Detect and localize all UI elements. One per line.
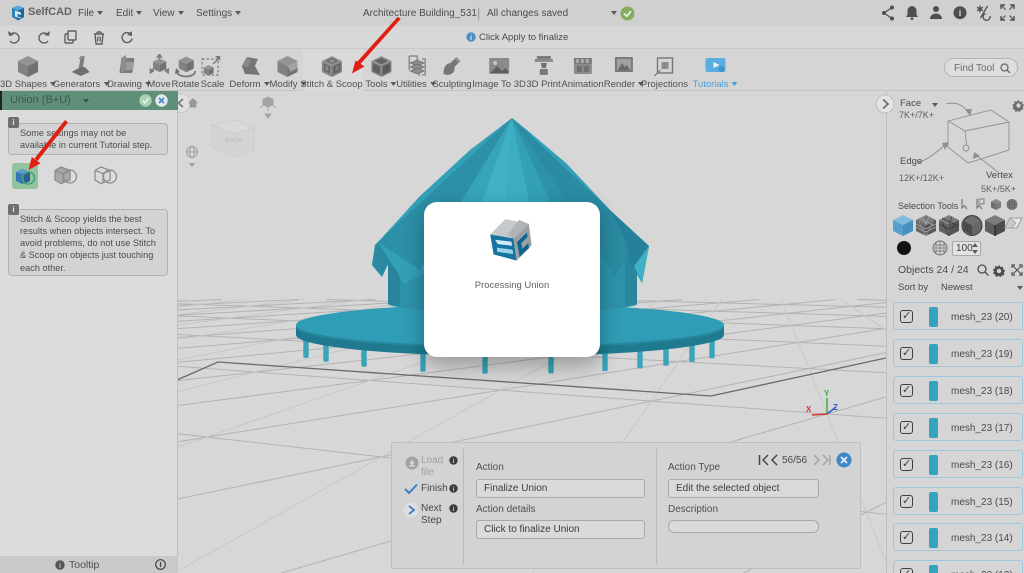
svg-text:X: X — [806, 405, 812, 414]
svg-text:i: i — [959, 8, 962, 18]
svg-text:i: i — [59, 563, 61, 570]
svg-text:i: i — [453, 458, 455, 465]
svg-text:i: i — [470, 33, 472, 42]
svg-text:i: i — [453, 506, 455, 513]
svg-text:i: i — [453, 486, 455, 493]
svg-text:BACK: BACK — [225, 137, 243, 144]
svg-text:Z: Z — [833, 403, 838, 412]
svg-text:Y: Y — [824, 389, 830, 398]
